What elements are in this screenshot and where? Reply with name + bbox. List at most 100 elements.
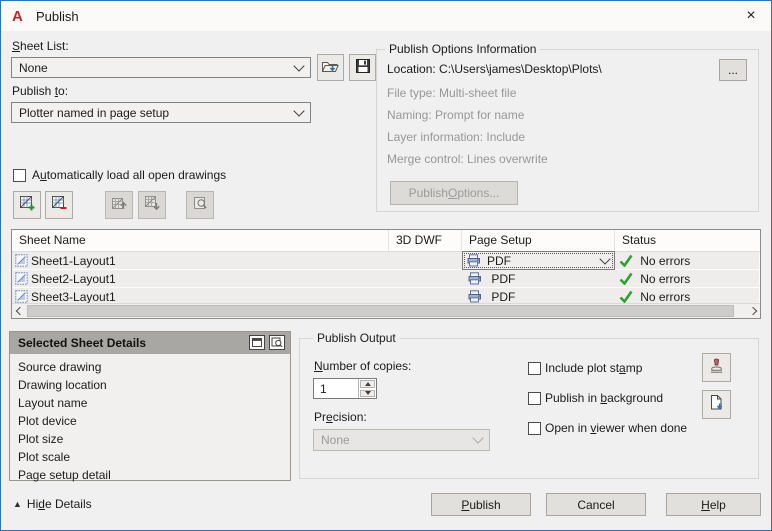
cell-3d-dwf [388,252,461,269]
publish-in-background-label: Publish in background [545,391,663,405]
spin-up-icon[interactable] [360,380,375,388]
label-part: Hi [26,497,39,511]
label-mnemonic: a [619,361,626,375]
table-row[interactable]: Sheet1-Layout1 PDF No errors [12,251,759,270]
remove-sheet-icon [51,195,68,215]
add-sheets-button[interactable] [13,191,41,219]
remove-sheets-button[interactable] [45,191,73,219]
detail-item: Plot size [18,432,64,446]
table-row[interactable]: Sheet2-Layout1 PDF No errors [12,270,759,287]
sheet-list-select[interactable]: None [11,57,311,78]
label-mnemonic: u [40,168,47,182]
location-text: Location: C:\Users\james\Desktop\Plots\ [387,62,602,76]
table-header: Sheet Name 3D DWF Page Setup Status [12,230,760,252]
details-preview-icon[interactable] [269,335,285,350]
publish-button[interactable]: Publish [431,493,531,516]
label-mnemonic: d [38,497,45,511]
title-bar: A Publish × [1,1,771,31]
load-sheet-list-button[interactable] [317,54,344,81]
precision-select[interactable]: None [313,429,490,451]
sheet-list-label: Sheet List: [12,39,69,53]
include-plot-stamp-label: Include plot stamp [545,361,642,375]
spin-down-icon[interactable] [360,389,375,397]
publish-options-group: Publish Options Information Location: C:… [376,42,759,212]
file-type-text: File type: Multi-sheet file [387,86,517,100]
label-part: Pr [314,410,326,424]
scroll-left-icon[interactable] [12,304,27,318]
precision-value: None [321,433,350,447]
publish-in-background-checkbox[interactable] [528,392,541,405]
horizontal-scrollbar[interactable] [12,303,760,318]
detail-item: Plot scale [18,450,71,464]
publish-to-value: Plotter named in page setup [19,105,170,120]
status-text: No errors [640,253,691,268]
open-in-viewer-checkbox[interactable] [528,422,541,435]
copies-stepper[interactable]: 1 [313,378,377,399]
label-mnemonic: e [326,410,333,424]
publish-options-button[interactable]: Publish Options... [390,181,518,205]
scroll-right-icon[interactable] [745,304,760,318]
column-header-sheet-name[interactable]: Sheet Name [12,230,389,251]
include-plot-stamp-checkbox[interactable] [528,362,541,375]
close-icon[interactable]: × [731,1,771,31]
cancel-button[interactable]: Cancel [546,493,646,516]
plot-stamp-settings-button[interactable] [702,353,731,382]
preview-button[interactable] [186,191,214,219]
copies-value: 1 [320,382,327,396]
hide-details-toggle[interactable]: ▲ Hi d e Details [13,497,92,511]
naming-text: Naming: Prompt for name [387,108,525,122]
chevron-down-icon [599,252,611,265]
folder-load-icon [321,58,340,78]
detail-item: Layout name [18,396,88,410]
publish-to-label: Publish to: [12,84,68,98]
label-mnemonic: H [701,497,710,512]
label-part: Publish in [545,391,601,405]
sheet-name: Sheet3-Layout1 [31,289,116,304]
save-icon [355,58,371,77]
label-part: cision: [332,410,367,424]
browse-location-button[interactable]: ... [719,59,747,81]
layer-information-text: Layer information: Include [387,130,526,144]
label-part: Include plot st [545,361,620,375]
window-title: Publish [36,8,79,24]
copies-label: Number of copies: [314,359,411,373]
column-header-status[interactable]: Status [615,230,760,251]
save-sheet-list-button[interactable] [349,54,376,81]
sheet-list-value: None [19,60,48,75]
page-setup-value: PDF [491,289,516,304]
label-part: elp [709,497,726,512]
sheet-icon [15,272,28,285]
sheet-icon [15,254,28,267]
autocad-logo-icon: A [12,7,23,25]
chevron-down-icon [293,59,305,72]
help-button[interactable]: Help [666,493,761,516]
publish-to-select[interactable]: Plotter named in page setup [11,102,311,123]
precision-label: Precision: [314,410,367,424]
page-setup-select[interactable]: PDF [462,251,615,270]
move-sheet-up-button[interactable] [105,191,133,219]
label-mnemonic: N [314,359,323,373]
view-published-file-button[interactable] [702,390,731,419]
check-icon [619,254,633,267]
label-part: o: [58,84,69,98]
publish-dialog: A Publish × Sheet List: None Publish to:… [0,0,772,531]
scrollbar-thumb[interactable] [27,305,734,317]
check-icon [619,290,633,303]
printer-icon [467,254,481,267]
label-part: umber of copies: [322,359,412,373]
page-setup-value: PDF [487,253,511,268]
label-part: ublish [469,497,501,512]
collapse-details-icon[interactable] [249,335,265,350]
label-mnemonic: P [461,497,470,512]
auto-load-checkbox[interactable] [13,169,26,182]
status-text: No errors [640,289,691,304]
column-header-page-setup[interactable]: Page Setup [462,230,615,251]
detail-item: Page setup detail [18,468,111,482]
move-sheet-down-button[interactable] [138,191,166,219]
auto-load-label: Automatically load all open drawings [32,168,226,182]
column-header-3d-dwf[interactable]: 3D DWF [389,230,462,251]
label-part: iewer when done [596,421,688,435]
sheet-icon [15,290,28,303]
preview-magnifier-icon [192,195,209,215]
detail-item: Plot device [18,414,77,428]
